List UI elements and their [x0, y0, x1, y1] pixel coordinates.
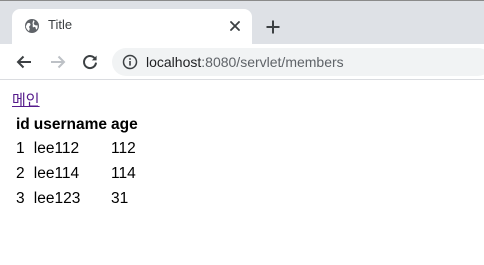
browser-window: Title localhost:8080/servlet/members 메인 …: [0, 0, 484, 265]
cell-id: 1: [16, 139, 25, 157]
cell-age: 112: [111, 139, 136, 157]
url-text[interactable]: localhost:8080/servlet/members: [146, 54, 344, 70]
column-header-username: username: [33, 115, 108, 133]
arrow-left-icon[interactable]: [12, 50, 36, 74]
close-icon[interactable]: [226, 17, 244, 35]
page-content: 메인 id username age 1 lee112 112 2 lee114: [0, 80, 484, 265]
url-path: :8080/servlet/members: [201, 54, 344, 70]
cell-id: 3: [16, 189, 25, 207]
reload-icon[interactable]: [78, 50, 102, 74]
members-table: id username age 1 lee112 112 2 lee114 11…: [13, 112, 141, 212]
table-row: 3 lee123 31: [15, 187, 139, 210]
table-header-row: id username age: [15, 114, 139, 135]
tab-strip: Title: [0, 0, 484, 45]
column-header-id: id: [16, 115, 30, 133]
table-row: 1 lee112 112: [15, 137, 139, 160]
address-bar[interactable]: localhost:8080/servlet/members: [112, 48, 484, 76]
cell-age: 31: [111, 189, 129, 207]
cell-id: 2: [16, 164, 25, 182]
url-host: localhost: [146, 54, 202, 70]
info-icon[interactable]: [122, 54, 138, 70]
table-row: 2 lee114 114: [15, 162, 139, 185]
plus-icon[interactable]: [263, 17, 283, 37]
column-header-age: age: [111, 115, 138, 133]
browser-toolbar: localhost:8080/servlet/members: [0, 44, 484, 80]
main-link[interactable]: 메인: [12, 89, 40, 110]
tab-title: Title: [48, 17, 73, 32]
cell-username: lee112: [33, 139, 80, 157]
arrow-right-icon[interactable]: [46, 50, 70, 74]
cell-username: lee123: [33, 189, 81, 207]
cell-username: lee114: [33, 164, 80, 182]
globe-icon: [24, 18, 40, 34]
cell-age: 114: [111, 164, 136, 182]
browser-tab[interactable]: Title: [12, 9, 252, 45]
